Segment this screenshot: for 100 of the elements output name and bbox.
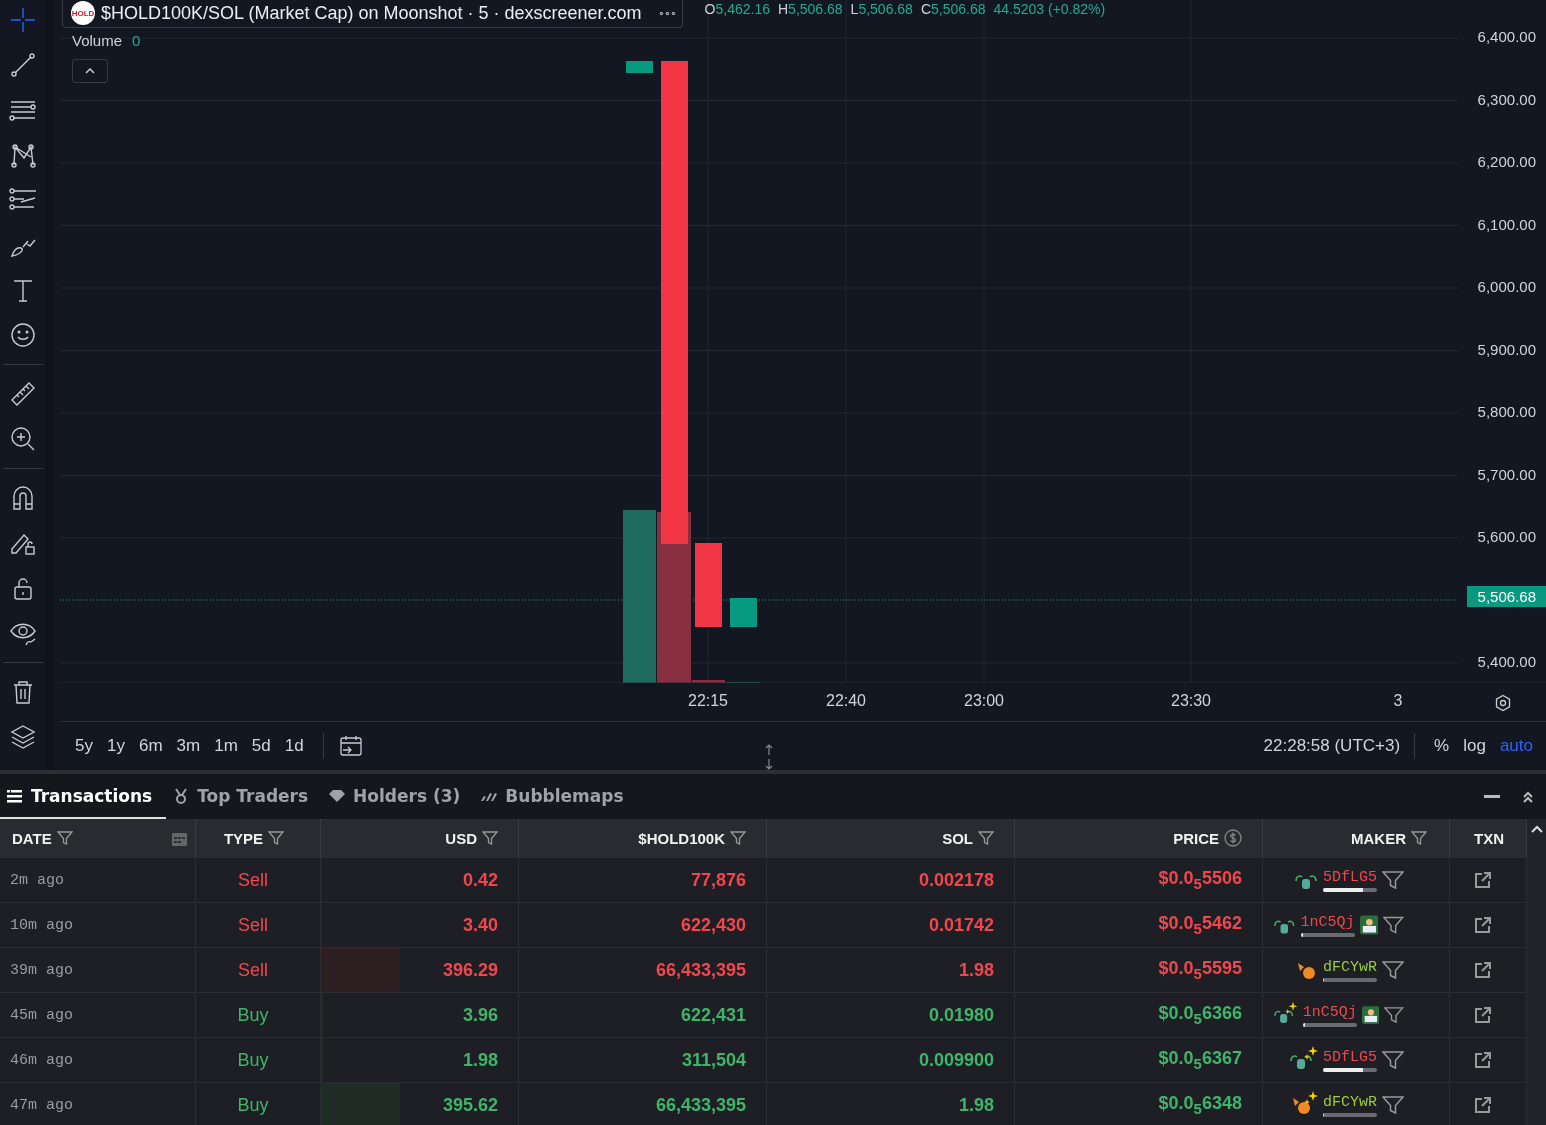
more-button[interactable]: ∘∘∘ bbox=[657, 6, 676, 20]
time-axis-label: 3 bbox=[1393, 692, 1403, 711]
external-link-icon[interactable] bbox=[1474, 871, 1492, 889]
type-cell: Sell bbox=[238, 959, 268, 981]
scale-toggle[interactable]: % bbox=[1429, 732, 1455, 761]
usd-cell: 396.29 bbox=[442, 959, 498, 981]
token-amount-cell: 66,433,395 bbox=[655, 959, 746, 981]
ruler-icon[interactable] bbox=[9, 380, 37, 408]
token-amount-cell: 622,430 bbox=[680, 914, 746, 936]
scale-toggle[interactable]: auto bbox=[1494, 732, 1538, 761]
price-cell: $0.0$_{5}$5462 bbox=[1158, 913, 1242, 937]
sol-cell: 1.98 bbox=[958, 1094, 994, 1116]
crosshair-icon[interactable] bbox=[9, 6, 37, 34]
collapse-button[interactable] bbox=[72, 59, 108, 83]
price-axis-label: 5,700.00 bbox=[1477, 465, 1536, 483]
ohlc-value: L5,506.68 bbox=[850, 1, 913, 17]
maker-link[interactable]: dFCYwR bbox=[1323, 1093, 1377, 1111]
price-change: 44.5203 (+0.82%) bbox=[993, 1, 1106, 17]
token-amount-cell: 622,431 bbox=[680, 1004, 746, 1026]
zoom-in-icon[interactable] bbox=[9, 425, 37, 453]
usd-cell: 1.98 bbox=[462, 1049, 498, 1071]
price-cell: $0.0$_{5}$5595 bbox=[1158, 958, 1242, 982]
caret-icon bbox=[85, 68, 95, 74]
usd-cell: 3.96 bbox=[462, 1004, 498, 1026]
go-to-date-icon[interactable] bbox=[337, 734, 364, 759]
external-link-icon[interactable] bbox=[1474, 1051, 1492, 1069]
external-link-icon[interactable] bbox=[1474, 961, 1492, 979]
filter-icon[interactable] bbox=[1382, 1050, 1404, 1070]
time-axis-label: 22:15 bbox=[688, 692, 728, 711]
price-axis-label: 5,800.00 bbox=[1477, 403, 1536, 420]
maker-link[interactable]: 5DfLG5 bbox=[1323, 868, 1377, 886]
range-button[interactable]: 5d bbox=[246, 732, 276, 761]
filter-icon[interactable] bbox=[1383, 915, 1404, 935]
price-axis-label: 6,100.00 bbox=[1477, 215, 1536, 233]
type-cell: Sell bbox=[238, 914, 268, 936]
range-button[interactable]: 6m bbox=[133, 732, 168, 761]
date-cell: 2m ago bbox=[10, 871, 64, 889]
price-axis-label: 6,200.00 bbox=[1477, 153, 1536, 170]
settings-icon[interactable] bbox=[1494, 694, 1512, 713]
time-axis-label: 23:00 bbox=[964, 692, 1004, 711]
layers-icon[interactable] bbox=[9, 723, 37, 751]
dollar-icon[interactable] bbox=[1224, 829, 1242, 847]
token-logo: HOLD bbox=[71, 1, 95, 25]
holding-bar bbox=[1323, 977, 1377, 982]
usd-cell: 3.40 bbox=[462, 914, 498, 936]
expand-icon[interactable] bbox=[1522, 789, 1534, 804]
scroll-up-icon[interactable] bbox=[1530, 825, 1543, 833]
time-axis-label: 22:40 bbox=[826, 692, 866, 711]
token-amount-cell: 311,504 bbox=[681, 1049, 746, 1071]
holding-bar bbox=[1323, 887, 1377, 892]
range-button[interactable]: 3m bbox=[171, 732, 206, 761]
pattern-icon[interactable] bbox=[9, 141, 37, 169]
range-button[interactable]: 1d bbox=[279, 732, 309, 761]
holding-bar bbox=[1300, 932, 1355, 937]
scale-toggle[interactable]: log bbox=[1458, 732, 1491, 761]
filter-icon[interactable] bbox=[1382, 960, 1404, 980]
price-axis-label: 5,600.00 bbox=[1477, 528, 1536, 545]
panel-tab[interactable]: Top Traders bbox=[166, 774, 323, 819]
filter-icon[interactable] bbox=[978, 830, 994, 846]
resize-handle-icon[interactable] bbox=[764, 744, 774, 770]
maker-link[interactable]: dFCYwR bbox=[1323, 958, 1377, 976]
filter-icon[interactable] bbox=[730, 830, 746, 846]
filter-icon[interactable] bbox=[1384, 1005, 1404, 1025]
sol-cell: 0.01980 bbox=[928, 1004, 994, 1026]
filter-icon[interactable] bbox=[268, 830, 285, 846]
maker-link[interactable]: 5DfLG5 bbox=[1323, 1048, 1377, 1066]
price-axis-label: 6,300.00 bbox=[1477, 90, 1536, 108]
filter-icon[interactable] bbox=[482, 830, 498, 846]
sol-cell: 0.002178 bbox=[918, 869, 994, 891]
calendar-icon[interactable] bbox=[172, 830, 187, 846]
filter-icon[interactable] bbox=[56, 830, 73, 846]
type-cell: Buy bbox=[237, 1004, 269, 1026]
external-link-icon[interactable] bbox=[1474, 1006, 1492, 1024]
price-axis-label: 5,400.00 bbox=[1477, 653, 1536, 670]
usd-cell: 395.62 bbox=[442, 1094, 498, 1116]
date-cell: 45m ago bbox=[10, 1006, 73, 1024]
type-cell: Buy bbox=[237, 1094, 269, 1116]
volume-label: Volume bbox=[72, 32, 123, 49]
range-button[interactable]: 1y bbox=[101, 732, 130, 761]
price-axis-label: 6,400.00 bbox=[1477, 28, 1536, 45]
price-axis-label: 6,000.00 bbox=[1477, 278, 1536, 295]
ohlc-value: H5,506.68 bbox=[777, 1, 843, 17]
external-link-icon[interactable] bbox=[1474, 916, 1492, 934]
minimize-icon[interactable] bbox=[1484, 794, 1500, 799]
maker-link[interactable]: 1nC5Qj bbox=[1302, 1003, 1357, 1021]
range-button[interactable]: 1m bbox=[209, 732, 243, 761]
panel-tab[interactable]: Bubblemaps bbox=[474, 774, 638, 819]
maker-link[interactable]: 1nC5Qj bbox=[1300, 913, 1355, 931]
sol-cell: 0.009900 bbox=[918, 1049, 994, 1071]
filter-icon[interactable] bbox=[1382, 1095, 1404, 1115]
filter-icon[interactable] bbox=[1411, 830, 1427, 846]
holding-bar bbox=[1323, 1112, 1377, 1117]
panel-tab[interactable]: Holders (3) bbox=[322, 774, 475, 819]
trend-line-icon[interactable] bbox=[9, 51, 37, 79]
price-cell: $0.0$_{5}$6348 bbox=[1158, 1093, 1242, 1117]
range-button[interactable]: 5y bbox=[70, 732, 98, 761]
smiley-icon[interactable] bbox=[9, 321, 37, 349]
external-link-icon[interactable] bbox=[1474, 1096, 1492, 1114]
holding-bar bbox=[1302, 1022, 1357, 1027]
filter-icon[interactable] bbox=[1382, 870, 1404, 890]
